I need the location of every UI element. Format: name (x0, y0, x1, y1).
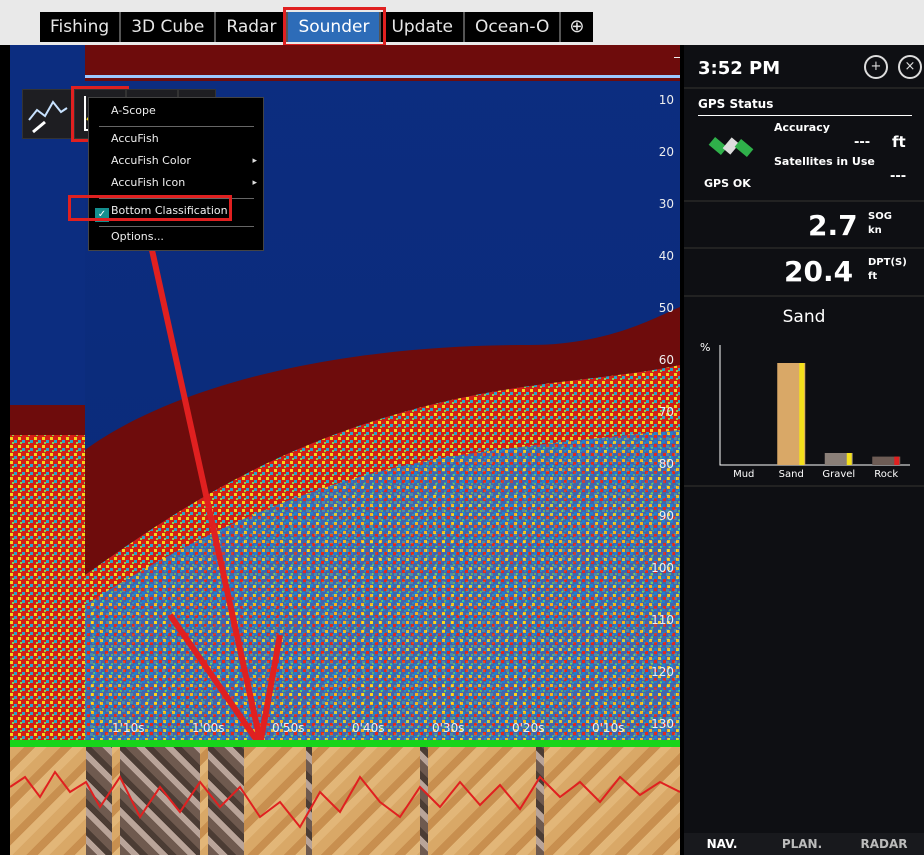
depth-value: 20.4 (784, 255, 854, 288)
depth-label: 30 (658, 197, 674, 211)
split-zoom-icon[interactable] (22, 89, 74, 139)
tab-3d-cube[interactable]: 3D Cube (121, 12, 217, 42)
time-label: 1'00s (192, 721, 225, 735)
accuracy-value: --- (854, 135, 871, 150)
gps-divider (698, 115, 912, 116)
hardness-trace (10, 770, 680, 829)
panel-divider (684, 247, 924, 249)
tab-radar-panel[interactable]: RADAR (844, 833, 924, 855)
data-panel: 3:52 PM + × GPS Status Accuracy --- ft S… (684, 45, 924, 855)
time-label: 0'20s (512, 721, 545, 735)
close-icon[interactable]: × (898, 55, 922, 79)
depth-scale: 10 20 30 40 50 60 70 80 90 100 110 120 1… (638, 45, 680, 740)
menu-separator (99, 126, 254, 127)
add-tab-icon[interactable]: ⊕ (561, 12, 592, 42)
chart-bar-highlight (799, 363, 805, 465)
depth-label: 120 (651, 665, 674, 679)
depth-unit: ft (868, 271, 878, 282)
depth-label: 50 (658, 301, 674, 315)
chart-category-label: Gravel (822, 469, 855, 480)
depth-label: 100 (651, 561, 674, 575)
tab-nav[interactable]: NAV. (684, 833, 760, 855)
menu-item-accufish-icon[interactable]: AccuFish Icon (111, 176, 185, 189)
tab-fishing[interactable]: Fishing (40, 12, 122, 42)
time-label: 0'10s (592, 721, 625, 735)
panel-divider (684, 295, 924, 297)
depth-label: DPT(S) (868, 257, 907, 268)
clock: 3:52 PM (698, 58, 781, 79)
gps-status-value: GPS OK (704, 177, 751, 190)
chart-bar-highlight (846, 453, 852, 465)
depth-label: 90 (658, 509, 674, 523)
sog-value: 2.7 (808, 209, 858, 242)
accuracy-unit: ft (892, 133, 906, 151)
sog-unit: kn (868, 225, 882, 236)
bottom-classification-chart: % Mud Sand Gravel Rock (700, 341, 910, 480)
selection-highlight (68, 195, 232, 221)
menu-item-accufish-color[interactable]: AccuFish Color (111, 154, 191, 167)
chart-category-label: Sand (779, 469, 804, 480)
depth-label: 110 (651, 613, 674, 627)
menu-separator (99, 226, 254, 227)
panel-divider (684, 200, 924, 202)
submenu-arrow-icon: ▸ (252, 178, 257, 188)
bottom-classification-line (10, 740, 680, 747)
chart-category-label: Rock (874, 469, 898, 480)
time-label: 0'30s (432, 721, 465, 735)
tab-plan[interactable]: PLAN. (764, 833, 840, 855)
tab-radar[interactable]: Radar (216, 12, 289, 42)
chart-category-label: Mud (733, 469, 754, 480)
satellites-label: Satellites in Use (774, 155, 875, 168)
satellite-icon (708, 137, 754, 157)
depth-tick (674, 57, 680, 58)
accuracy-label: Accuracy (774, 121, 830, 134)
depth-label: 20 (658, 145, 674, 159)
time-axis: 1'10s 1'00s 0'50s 0'40s 0'30s 0'20s 0'10… (20, 721, 680, 739)
tab-update[interactable]: Update (381, 12, 466, 42)
chart-axis (719, 345, 910, 466)
chart-icon (28, 100, 68, 134)
tab-sounder[interactable]: Sounder (283, 7, 387, 47)
time-label: 1'10s (112, 721, 145, 735)
sounder-view[interactable]: 10 20 30 40 50 60 70 80 90 100 110 120 1… (0, 45, 684, 855)
satellites-value: --- (890, 169, 907, 184)
panel-divider (684, 87, 924, 89)
chart-bar-highlight (894, 456, 900, 465)
tab-ocean-o[interactable]: Ocean-O (465, 12, 562, 42)
submenu-arrow-icon: ▸ (252, 156, 257, 166)
depth-label: 80 (658, 457, 674, 471)
time-label: 0'40s (352, 721, 385, 735)
gps-status-title: GPS Status (698, 97, 774, 111)
time-label: 0'50s (272, 721, 305, 735)
bottom-classification-strip (10, 747, 680, 855)
sog-label: SOG (868, 211, 892, 222)
depth-label: 70 (658, 405, 674, 419)
panel-tabs: NAV. PLAN. RADAR (684, 833, 924, 855)
sounder-menu: A-Scope AccuFish AccuFish Color ▸ AccuFi… (88, 97, 264, 251)
add-icon[interactable]: + (864, 55, 888, 79)
depth-label: 40 (658, 249, 674, 263)
panel-divider (684, 485, 924, 487)
menu-item-options[interactable]: Options... (111, 230, 164, 243)
menu-item-accufish[interactable]: AccuFish (111, 132, 159, 145)
chart-ylabel: % (700, 341, 710, 354)
depth-label: 60 (658, 353, 674, 367)
tab-strip: Fishing 3D Cube Radar Sounder Update Oce… (40, 7, 593, 47)
menu-item-a-scope[interactable]: A-Scope (111, 104, 156, 117)
tab-bar: Fishing 3D Cube Radar Sounder Update Oce… (0, 0, 924, 47)
depth-label: 10 (658, 93, 674, 107)
